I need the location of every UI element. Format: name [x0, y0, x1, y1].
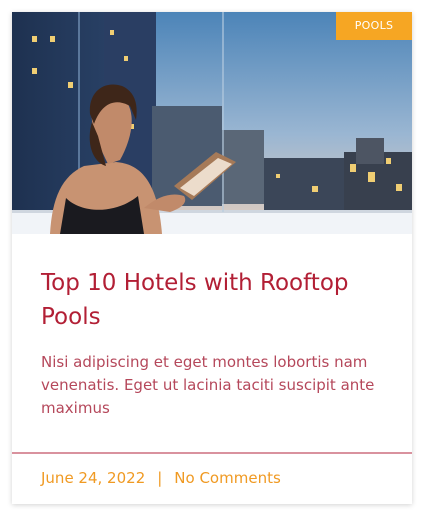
post-comments-link[interactable]: No Comments [174, 469, 280, 487]
post-meta: June 24, 2022 | No Comments [12, 452, 412, 502]
post-content: Top 10 Hotels with Rooftop Pools Nisi ad… [41, 266, 388, 420]
post-card: POOLS Top 10 Hotels with Rooftop Pools N… [12, 12, 412, 504]
post-title-link[interactable]: Top 10 Hotels with Rooftop Pools [41, 266, 388, 334]
meta-separator: | [157, 469, 163, 487]
post-date[interactable]: June 24, 2022 [41, 469, 145, 487]
post-excerpt: Nisi adipiscing et eget montes lobortis … [41, 353, 375, 417]
post-featured-image[interactable]: POOLS [12, 12, 412, 234]
category-badge[interactable]: POOLS [336, 12, 412, 40]
